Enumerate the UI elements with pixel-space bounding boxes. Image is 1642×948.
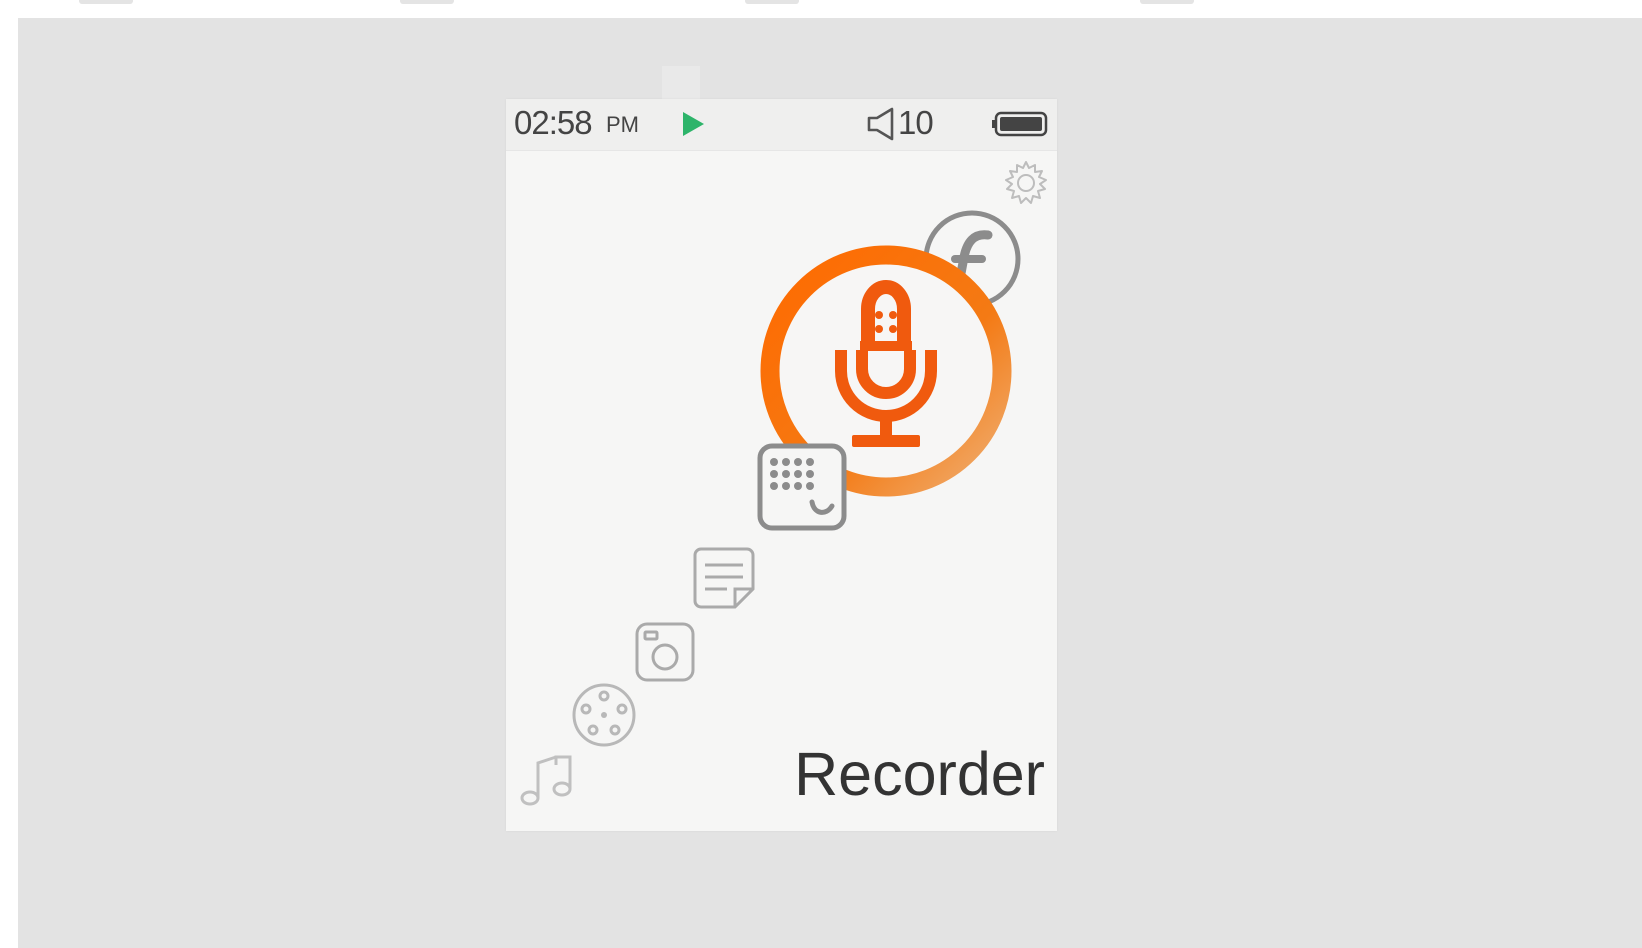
top-tab: [1140, 0, 1194, 4]
speaker-icon: [867, 107, 894, 141]
film-reel-icon[interactable]: [570, 681, 638, 749]
music-note-icon[interactable]: [518, 751, 580, 809]
status-bar: 02:58 PM 10: [506, 99, 1057, 151]
clock-time: 02:58: [514, 104, 593, 141]
top-tab: [745, 0, 799, 4]
notes-icon[interactable]: [691, 545, 757, 611]
device-notch: [662, 66, 700, 100]
top-tab: [79, 0, 133, 4]
app-title: Recorder: [794, 740, 1045, 808]
volume-level: 10: [898, 104, 934, 141]
battery-icon: [992, 111, 1048, 137]
play-icon: [683, 112, 704, 136]
dialer-icon[interactable]: [754, 440, 850, 534]
clock-ampm: PM: [606, 112, 639, 137]
top-tab: [400, 0, 454, 4]
camera-icon[interactable]: [633, 620, 697, 684]
device-screen: 02:58 PM 10 Recorder: [506, 99, 1057, 831]
gear-icon[interactable]: [1000, 157, 1052, 209]
window-top-strip: [0, 0, 1642, 18]
